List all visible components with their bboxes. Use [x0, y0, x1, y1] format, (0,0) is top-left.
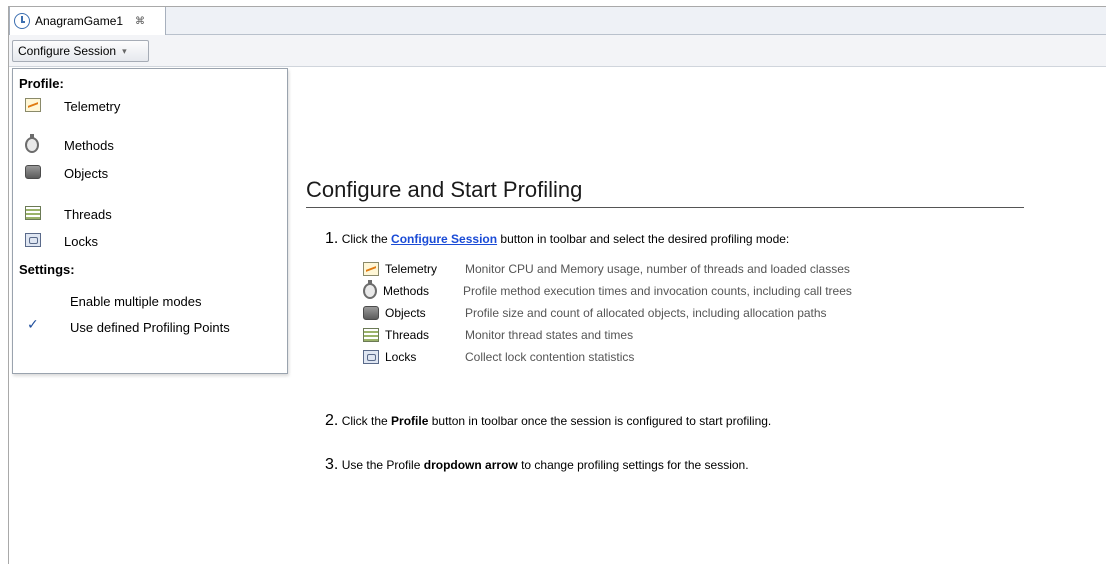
menu-item-use-profiling-points[interactable]: Use defined Profiling Points — [70, 316, 230, 338]
objects-icon — [363, 306, 379, 320]
step-text: button in toolbar once the session is co… — [428, 414, 772, 428]
mode-name: Methods — [383, 284, 430, 298]
mode-description: Profile method execution times and invoc… — [463, 284, 852, 298]
locks-icon — [25, 233, 41, 247]
configure-session-menu: Profile: Telemetry Methods Objects Threa… — [12, 68, 288, 374]
mode-row-objects: Objects Profile size and count of alloca… — [363, 303, 827, 323]
tab-bar: AnagramGame1 ⌘ — [9, 7, 1106, 35]
step-text: Click the — [341, 414, 392, 428]
methods-icon — [25, 134, 39, 153]
menu-item-label: Methods — [64, 137, 114, 153]
mode-name: Objects — [385, 306, 426, 320]
profiler-window: AnagramGame1 ⌘ Configure Session ▾ Profi… — [8, 6, 1106, 564]
mode-row-threads: Threads Monitor thread states and times — [363, 325, 633, 345]
step-1: 1. Click the Configure Session button in… — [325, 230, 789, 248]
objects-icon — [25, 165, 41, 179]
menu-item-label: Use defined Profiling Points — [70, 319, 230, 335]
profile-section-title: Profile: — [19, 76, 64, 91]
mode-row-methods: Methods Profile method execution times a… — [363, 280, 852, 301]
menu-item-label: Locks — [64, 233, 98, 249]
mode-description: Monitor thread states and times — [465, 328, 634, 342]
menu-item-label: Threads — [64, 206, 112, 222]
menu-item-locks[interactable]: Locks — [25, 230, 98, 252]
telemetry-icon — [363, 262, 379, 276]
configure-session-button[interactable]: Configure Session ▾ — [12, 40, 149, 62]
step-3: 3. Use the Profile dropdown arrow to cha… — [325, 456, 749, 474]
step-bold-text: dropdown arrow — [423, 458, 518, 472]
menu-item-enable-multiple-modes[interactable]: Enable multiple modes — [70, 290, 202, 312]
configure-session-label: Configure Session — [18, 44, 117, 58]
menu-item-label: Objects — [64, 165, 109, 181]
mode-name: Telemetry — [385, 262, 438, 276]
settings-section-title: Settings: — [19, 262, 75, 277]
mode-name: Threads — [385, 328, 430, 342]
menu-item-objects[interactable]: Objects — [25, 162, 108, 184]
step-number: 2. — [325, 412, 339, 429]
mode-description: Monitor CPU and Memory usage, number of … — [465, 262, 850, 276]
step-text: to change profiling settings for the ses… — [517, 458, 749, 472]
step-bold-text: Profile — [391, 414, 429, 428]
chevron-down-icon: ▾ — [122, 45, 127, 56]
step-text: Use the Profile — [341, 458, 424, 472]
mode-row-locks: Locks Collect lock contention statistics — [363, 347, 634, 367]
menu-item-threads[interactable]: Threads — [25, 203, 112, 225]
menu-item-telemetry[interactable]: Telemetry — [25, 95, 120, 117]
check-icon: ✓ — [27, 316, 39, 332]
step-number: 1. — [325, 230, 339, 247]
close-icon[interactable]: ⌘ — [135, 16, 145, 27]
step-number: 3. — [325, 456, 339, 473]
menu-item-label: Telemetry — [64, 98, 121, 114]
tab-anagramgame1[interactable]: AnagramGame1 ⌘ — [9, 7, 166, 35]
step-2: 2. Click the Profile button in toolbar o… — [325, 412, 771, 430]
page-title: Configure and Start Profiling — [306, 177, 1024, 208]
locks-icon — [363, 350, 379, 364]
mode-name: Locks — [385, 350, 417, 364]
step-text: Click the — [341, 232, 392, 246]
mode-row-telemetry: Telemetry Monitor CPU and Memory usage, … — [363, 259, 850, 279]
mode-description: Profile size and count of allocated obje… — [465, 306, 827, 320]
mode-description: Collect lock contention statistics — [465, 350, 635, 364]
toolbar: Configure Session ▾ — [9, 35, 1106, 67]
threads-icon — [25, 206, 41, 220]
menu-item-label: Enable multiple modes — [70, 293, 202, 309]
configure-session-link[interactable]: Configure Session — [391, 232, 497, 246]
menu-item-methods[interactable]: Methods — [25, 134, 114, 156]
tab-label: AnagramGame1 — [35, 14, 124, 28]
threads-icon — [363, 328, 379, 342]
methods-icon — [363, 280, 377, 299]
telemetry-icon — [25, 98, 41, 112]
step-text: button in toolbar and select the desired… — [497, 232, 790, 246]
clock-icon — [14, 13, 30, 29]
